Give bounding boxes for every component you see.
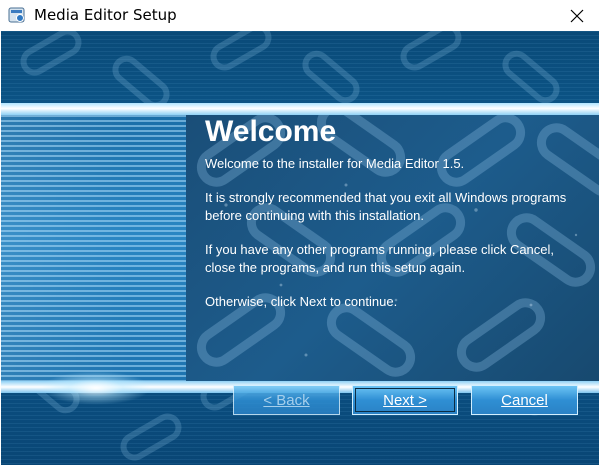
next-button[interactable]: Next > [352, 385, 458, 415]
back-button[interactable]: < Back [233, 385, 340, 415]
close-icon [570, 9, 584, 22]
window-title: Media Editor Setup [34, 6, 177, 24]
intro-text: Welcome to the installer for Media Edito… [205, 156, 465, 171]
cancel-button[interactable]: Cancel [471, 385, 578, 415]
installer-icon [8, 6, 26, 24]
light-flare [41, 371, 151, 405]
close-button[interactable] [554, 0, 600, 31]
welcome-heading: Welcome [205, 115, 337, 148]
exit-programs-text: It is strongly recommended that you exit… [205, 190, 567, 223]
side-stripe-panel [1, 115, 186, 381]
setup-window: Media Editor Setup Welcome Welcome to th… [0, 0, 600, 466]
continue-text: Otherwise, click Next to continue. [205, 294, 398, 309]
top-light-band [1, 103, 599, 115]
cancel-instructions-text: If you have any other programs running, … [205, 242, 555, 275]
title-bar[interactable]: Media Editor Setup [0, 0, 600, 31]
welcome-content: Welcome Welcome to the installer for Med… [205, 115, 585, 327]
